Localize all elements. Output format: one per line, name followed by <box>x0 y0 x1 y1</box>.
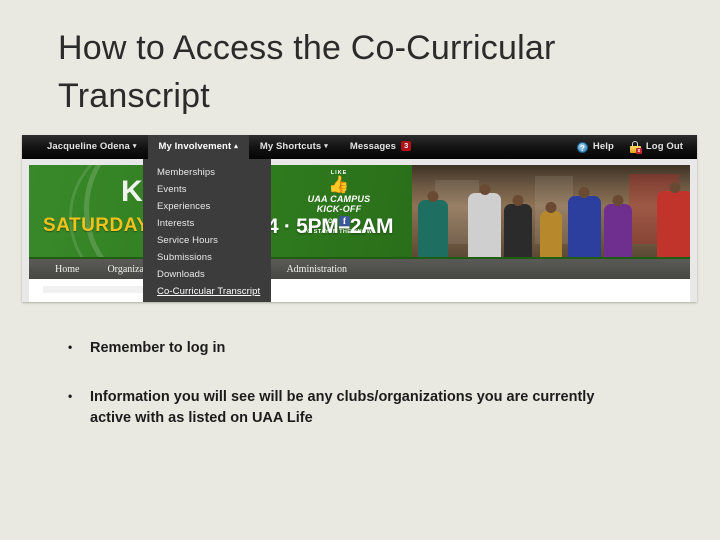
bullet-item: • Remember to log in <box>68 338 628 359</box>
dropdown-item-co-curricular-transcript[interactable]: Co-Curricular Transcript <box>143 283 271 300</box>
bullet-text: Information you will see will be any clu… <box>90 389 595 427</box>
photo-person-6 <box>603 203 632 257</box>
topnav-item-messages[interactable]: Messages 3 <box>339 135 423 159</box>
lock-icon: x <box>629 141 642 154</box>
help-icon[interactable]: ? <box>576 141 588 153</box>
dropdown-item-service-hours[interactable]: Service Hours <box>143 232 271 249</box>
lock-x-mark: x <box>635 148 642 154</box>
dropdown-item-interests[interactable]: Interests <box>143 215 271 232</box>
banner-photo-students <box>412 165 690 257</box>
chevron-up-icon: ▴ <box>234 143 238 150</box>
my-involvement-dropdown: Memberships Events Experiences Interests… <box>143 159 271 302</box>
topnav-item-my-shortcuts[interactable]: My Shortcuts ▾ <box>249 135 339 159</box>
dropdown-item-experiences[interactable]: Experiences <box>143 198 271 215</box>
top-navigation-bar: Jacqueline Odena ▾ My Involvement ▴ My Sho… <box>22 135 697 159</box>
dropdown-item-downloads[interactable]: Downloads <box>143 266 271 283</box>
facebook-line-2: KICK-OFF <box>316 204 362 215</box>
bullet-marker: • <box>68 340 73 354</box>
banner-saturday-text: SATURDAY <box>43 215 150 236</box>
help-button[interactable]: Help <box>593 135 630 159</box>
embedded-screenshot: Jacqueline Odena ▾ My Involvement ▴ My Sho… <box>22 135 697 302</box>
photo-person-2 <box>467 192 502 257</box>
thumbs-up-icon: 👍 <box>328 175 350 194</box>
topnav-item-my-involvement[interactable]: My Involvement ▴ <box>147 135 249 159</box>
bullet-item: • Information you will see will be any c… <box>68 387 628 429</box>
dropdown-item-memberships[interactable]: Memberships <box>143 164 271 181</box>
banner-time-text: 4 · 5PM–2AM <box>267 215 394 238</box>
subnav-item-home[interactable]: Home <box>41 264 93 275</box>
chevron-down-icon: ▾ <box>324 143 328 150</box>
logout-button[interactable]: Log Out <box>646 135 683 159</box>
subnav-item-administration[interactable]: Administration <box>272 264 361 275</box>
dropdown-item-submissions[interactable]: Submissions <box>143 249 271 266</box>
facebook-line-1: UAA CAMPUS <box>307 194 371 204</box>
bullet-text: Remember to log in <box>90 340 226 356</box>
photo-person-1 <box>417 199 449 257</box>
topnav-my-shortcuts-label: My Shortcuts <box>259 141 322 152</box>
topnav-right-group: ? Help x Log Out <box>576 135 697 159</box>
photo-person-7 <box>656 190 690 257</box>
screenshot-content-area <box>29 286 690 302</box>
photo-person-3 <box>503 203 532 257</box>
topnav-item-user[interactable]: Jacqueline Odena ▾ <box>36 135 148 159</box>
screenshot-page-body: UAA KICK SATURDAY LIKE 👍 UAA CAMPUS KICK… <box>22 159 697 302</box>
bullet-list: • Remember to log in • Information you w… <box>68 338 628 457</box>
photo-person-4 <box>540 211 563 257</box>
dropdown-item-events[interactable]: Events <box>143 181 271 198</box>
screenshot-page-frame: UAA KICK SATURDAY LIKE 👍 UAA CAMPUS KICK… <box>29 165 690 302</box>
photo-person-5 <box>567 196 602 257</box>
messages-count-badge: 3 <box>401 141 412 151</box>
topnav-messages-label: Messages <box>349 141 397 152</box>
chevron-down-icon: ▾ <box>132 143 137 150</box>
topnav-user-label: Jacqueline Odena <box>47 141 130 152</box>
secondary-navigation-bar: Home Organizations Campus Links ▾ Admini… <box>29 257 690 279</box>
page-title: How to Access the Co-Curricular Transcri… <box>58 29 556 116</box>
topnav-my-involvement-label: My Involvement <box>158 141 232 152</box>
bullet-marker: • <box>68 389 73 404</box>
campus-kickoff-banner: UAA KICK SATURDAY LIKE 👍 UAA CAMPUS KICK… <box>29 165 690 257</box>
